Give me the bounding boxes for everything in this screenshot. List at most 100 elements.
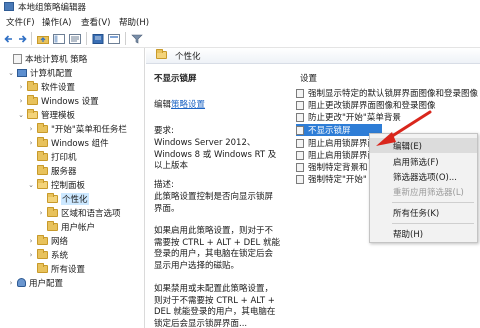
list-item[interactable]: 阻止启用锁屏界面: [296, 137, 376, 149]
policy-setting-icon: [296, 125, 304, 135]
policy-setting-icon: [296, 112, 304, 122]
policy-setting-icon: [296, 88, 304, 98]
user-icon: [17, 278, 26, 287]
description-para-enabled: 如果启用此策略设置，则对于不需要按 CTRL + ALT + DEL 就能登录的…: [154, 226, 280, 271]
description-text: 此策略设置控制是否向显示锁屏界面。: [154, 192, 274, 214]
tree-item-network[interactable]: › 网络: [27, 234, 68, 247]
toolbar: [0, 29, 480, 48]
tree-item-personalization[interactable]: 个性化: [37, 192, 89, 205]
edit-policy-line: 编辑策略设置: [154, 100, 206, 110]
computer-icon: [17, 68, 27, 77]
folder-open-icon: [27, 108, 38, 119]
help-book-icon[interactable]: [92, 32, 104, 45]
navigation-tree: 本地计算机 策略 ⌄ 计算机配置 › 软件设置 › Windows 设置 ⌄ 管…: [0, 48, 145, 328]
expand-chevron-icon[interactable]: ›: [27, 237, 35, 245]
context-menu-filter-options[interactable]: 筛选器选项(O)...: [370, 169, 477, 184]
tree-item-user-accounts[interactable]: 用户帐户: [37, 220, 95, 233]
folder-open-icon: [47, 192, 58, 203]
policy-setting-icon: [296, 138, 304, 148]
window-title: 本地组策略编辑器: [18, 3, 87, 13]
policy-setting-icon: [296, 100, 304, 110]
tree-item-user-config[interactable]: › 用户配置: [7, 276, 63, 289]
menu-bar: 文件(F) 操作(A) 查看(V) 帮助(H): [0, 14, 480, 29]
show-hide-tree-icon[interactable]: [53, 32, 65, 45]
menu-file[interactable]: 文件(F): [6, 16, 35, 28]
title-bar: 本地组策略编辑器: [0, 0, 480, 14]
folder-icon: [37, 150, 48, 161]
export-list-icon[interactable]: [69, 32, 81, 45]
folder-icon: [37, 136, 48, 147]
collapse-chevron-icon[interactable]: ⌄: [17, 111, 25, 119]
folder-icon: [37, 234, 48, 245]
tree-item-printers[interactable]: 打印机: [27, 150, 77, 163]
folder-icon: [47, 220, 58, 231]
toolbar-separator: [31, 32, 32, 45]
tree-item-system[interactable]: › 系统: [27, 248, 68, 261]
tree-item-control-panel[interactable]: ⌄ 控制面板: [27, 178, 85, 191]
folder-icon: [37, 164, 48, 175]
context-menu-all-tasks[interactable]: 所有任务(K): [370, 205, 477, 220]
expand-chevron-icon[interactable]: ›: [17, 83, 25, 91]
content-header-title: 个性化: [175, 52, 201, 62]
list-item[interactable]: 强制显示特定的默认锁屏界面图像和登录图像: [296, 87, 478, 99]
filter-icon[interactable]: [131, 32, 143, 45]
tree-item-region-language[interactable]: › 区域和语言选项: [37, 206, 121, 219]
context-menu-separator: [392, 223, 474, 224]
folder-icon: [37, 262, 48, 273]
folder-icon: [27, 94, 38, 105]
tree-item-server[interactable]: 服务器: [27, 164, 77, 177]
policy-title: 不显示锁屏: [154, 74, 197, 84]
folder-open-icon: [156, 49, 167, 59]
expand-chevron-icon[interactable]: ›: [27, 125, 35, 133]
collapse-chevron-icon[interactable]: ⌄: [27, 181, 35, 189]
back-arrow-icon[interactable]: [4, 32, 14, 45]
menu-action[interactable]: 操作(A): [42, 16, 71, 28]
expand-chevron-icon[interactable]: ›: [7, 279, 15, 287]
expand-chevron-icon[interactable]: ›: [27, 251, 35, 259]
tree-item-computer-config[interactable]: ⌄ 计算机配置: [7, 66, 73, 79]
edit-policy-link[interactable]: 策略设置: [171, 100, 205, 110]
toolbar-separator: [86, 32, 87, 45]
content-header: 个性化: [146, 48, 480, 64]
policy-setting-icon: [296, 162, 304, 172]
requirements-label: 要求:: [154, 126, 174, 136]
tree-item-windows-components[interactable]: › Windows 组件: [27, 136, 109, 149]
menu-help[interactable]: 帮助(H): [119, 16, 149, 28]
tree-item-software-settings[interactable]: › 软件设置: [17, 80, 75, 93]
description-label: 描述:: [154, 180, 174, 190]
list-item[interactable]: 强制特定背景和: [296, 161, 368, 173]
forward-arrow-icon[interactable]: [17, 32, 27, 45]
policy-editor-app-icon: [4, 2, 14, 11]
expand-chevron-icon[interactable]: ›: [17, 97, 25, 105]
up-folder-icon[interactable]: [37, 32, 49, 45]
tree-item-all-settings[interactable]: 所有设置: [27, 262, 85, 275]
properties-icon[interactable]: [108, 32, 120, 45]
expand-chevron-icon[interactable]: ›: [27, 139, 35, 147]
description-para-disabled: 如果禁用或未配置此策略设置，则对于不需要按 CTRL + ALT + DEL 就…: [154, 284, 276, 328]
collapse-chevron-icon[interactable]: ⌄: [7, 69, 15, 77]
folder-icon: [27, 80, 38, 91]
context-menu-separator: [392, 202, 474, 203]
folder-icon: [47, 206, 58, 217]
folder-open-icon: [37, 178, 48, 189]
tree-item-windows-settings[interactable]: › Windows 设置: [17, 94, 99, 107]
context-menu-reapply-filter: 重新应用筛选器(L): [393, 187, 464, 198]
list-item[interactable]: 阻止启用锁屏界面: [296, 149, 376, 161]
settings-column-header[interactable]: 设置: [300, 72, 317, 84]
folder-icon: [37, 122, 48, 133]
menu-view[interactable]: 查看(V): [81, 16, 110, 28]
tree-item-start-menu-taskbar[interactable]: › "开始"菜单和任务栏: [27, 122, 127, 135]
context-menu-help[interactable]: 帮助(H): [370, 226, 477, 241]
policy-setting-icon: [296, 174, 304, 184]
toolbar-separator: [125, 32, 126, 45]
red-arrow-icon: [376, 110, 432, 146]
policy-setting-icon: [296, 150, 304, 160]
list-item[interactable]: 强制特定"开始": [296, 173, 367, 185]
tree-item-local-policy[interactable]: 本地计算机 策略: [3, 52, 87, 65]
context-menu-enable-filter[interactable]: 启用筛选(F): [370, 154, 477, 169]
tree-item-admin-templates[interactable]: ⌄ 管理模板: [17, 108, 75, 121]
description-pane: 不显示锁屏 编辑策略设置 要求: Windows Server 2012、Win…: [146, 64, 284, 328]
folder-icon: [37, 248, 48, 259]
expand-chevron-icon[interactable]: ›: [37, 209, 45, 217]
requirements-text: Windows Server 2012、Windows 8 或 Windows …: [154, 138, 277, 171]
